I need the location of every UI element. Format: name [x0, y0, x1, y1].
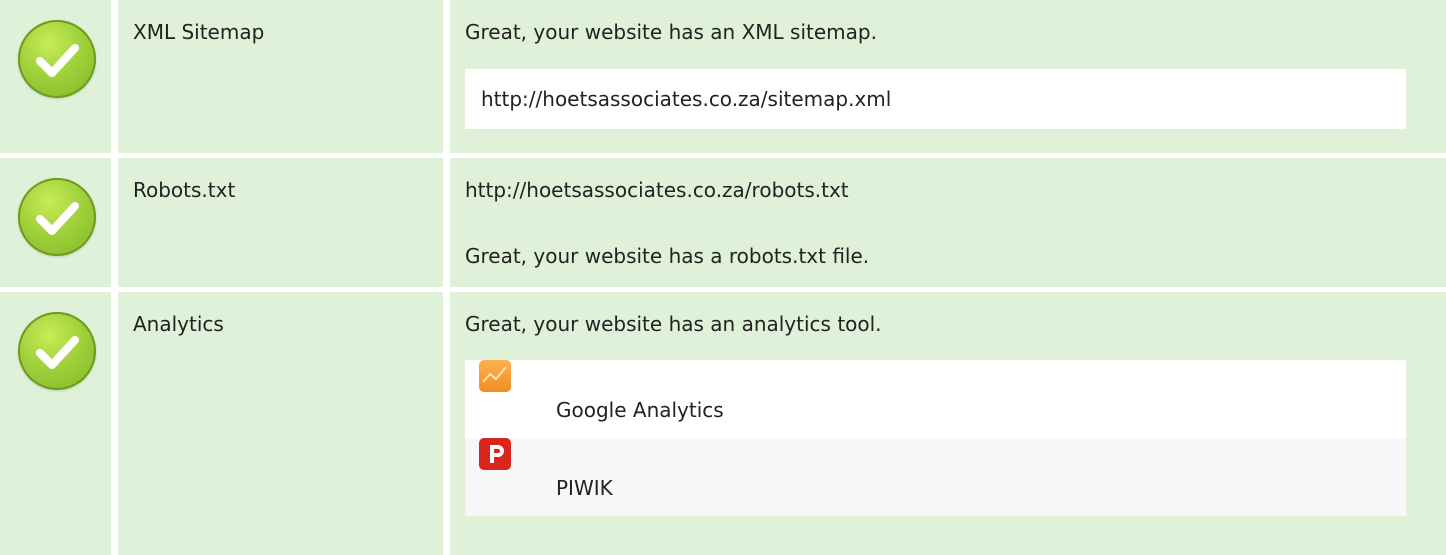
status-cell: [0, 158, 111, 287]
robots-url[interactable]: http://hoetsassociates.co.za/robots.txt: [465, 176, 1406, 204]
google-analytics-icon: [479, 360, 511, 392]
check-result-xml-sitemap: Great, your website has an XML sitemap. …: [450, 0, 1446, 153]
seo-report-table: XML Sitemap Great, your website has an X…: [0, 0, 1446, 555]
list-item: PIWIK: [465, 438, 1406, 516]
result-message: Great, your website has a robots.txt fil…: [465, 244, 870, 268]
check-label: Robots.txt: [133, 178, 236, 202]
check-icon: [18, 312, 96, 390]
check-label-robots-txt: Robots.txt: [118, 158, 443, 287]
check-icon: [18, 20, 96, 98]
result-message: Great, your website has an analytics too…: [465, 312, 882, 336]
analytics-tools-list: Google Analytics PIWIK: [465, 360, 1406, 516]
sitemap-url[interactable]: http://hoetsassociates.co.za/sitemap.xml: [465, 69, 1406, 129]
check-label: XML Sitemap: [133, 20, 265, 44]
piwik-icon: [479, 438, 511, 470]
list-item: Google Analytics: [465, 360, 1406, 438]
check-icon: [18, 178, 96, 256]
result-message: Great, your website has an XML sitemap.: [465, 20, 877, 44]
status-cell: [0, 292, 111, 555]
status-cell: [0, 0, 111, 153]
check-result-analytics: Great, your website has an analytics too…: [450, 292, 1446, 555]
check-label: Analytics: [133, 312, 224, 336]
check-label-analytics: Analytics: [118, 292, 443, 555]
tool-name: PIWIK: [556, 476, 613, 500]
check-result-robots-txt: http://hoetsassociates.co.za/robots.txt …: [450, 158, 1446, 287]
check-label-xml-sitemap: XML Sitemap: [118, 0, 443, 153]
tool-name: Google Analytics: [556, 398, 724, 422]
